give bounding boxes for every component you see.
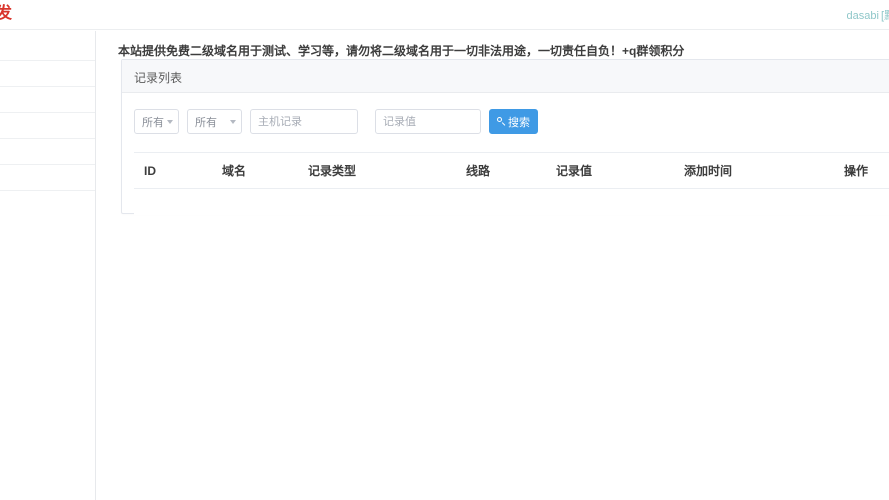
sidebar-item-6[interactable] — [0, 165, 95, 191]
sidebar-item-1[interactable] — [0, 31, 95, 61]
panel-header: 记录列表 — [122, 60, 889, 93]
record-type-select[interactable]: 所有 — [187, 109, 242, 134]
search-form: 所有 所有 搜索 — [134, 109, 889, 134]
column-header-domain[interactable]: 域名 — [212, 153, 298, 189]
domain-select[interactable]: 所有 — [134, 109, 179, 134]
sidebar — [0, 31, 96, 500]
empty-table-cell — [134, 189, 889, 215]
host-record-input[interactable] — [250, 109, 358, 134]
table-header-row: ID 域名 记录类型 线路 记录值 添加时间 操作 — [134, 153, 889, 189]
sidebar-item-label — [0, 31, 95, 43]
domain-select-value: 所有 — [142, 116, 164, 129]
sidebar-item-5[interactable] — [0, 139, 95, 165]
user-tag-label: [默 — [880, 10, 889, 22]
column-header-id[interactable]: ID — [134, 153, 212, 189]
records-table-body — [134, 188, 889, 215]
column-header-actions[interactable]: 操作 — [834, 153, 889, 189]
record-type-select-value: 所有 — [195, 116, 217, 129]
records-table-wrapper: ID 域名 记录类型 线路 记录值 添加时间 操作 — [134, 152, 889, 215]
sidebar-item-label — [0, 113, 95, 125]
user-name-label[interactable]: dasabi — [847, 10, 879, 22]
records-table: ID 域名 记录类型 线路 记录值 添加时间 操作 — [134, 153, 889, 215]
column-header-record-type[interactable]: 记录类型 — [298, 153, 456, 189]
sidebar-item-4[interactable] — [0, 113, 95, 139]
top-navbar: 发 dasabi[默 — [0, 0, 889, 30]
column-header-line[interactable]: 线路 — [456, 153, 546, 189]
chevron-down-icon — [230, 119, 236, 124]
sidebar-item-label — [0, 139, 95, 151]
sidebar-item-2[interactable] — [0, 61, 95, 87]
search-icon — [497, 117, 506, 126]
site-notice: 本站提供免费二级域名用于测试、学习等，请勿将二级域名用于一切非法用途，一切责任自… — [118, 44, 685, 58]
sidebar-item-3[interactable] — [0, 87, 95, 113]
column-header-added-time[interactable]: 添加时间 — [674, 153, 834, 189]
search-button-label: 搜索 — [508, 116, 530, 129]
records-table-head: ID 域名 记录类型 线路 记录值 添加时间 操作 — [134, 153, 889, 189]
page-title: 记录列表 — [134, 71, 183, 85]
sidebar-item-label — [0, 61, 95, 73]
main-content: 本站提供免费二级域名用于测试、学习等，请勿将二级域名用于一切非法用途，一切责任自… — [97, 31, 889, 500]
search-button[interactable]: 搜索 — [489, 109, 538, 134]
sidebar-item-label — [0, 165, 95, 177]
brand-logo[interactable]: 发 — [0, 4, 12, 24]
sidebar-item-label — [0, 87, 95, 99]
navbar-user-area[interactable]: dasabi[默 — [847, 7, 889, 23]
record-value-input[interactable] — [375, 109, 481, 134]
panel-body: 所有 所有 搜索 — [122, 93, 889, 215]
chevron-down-icon — [167, 119, 173, 124]
record-list-panel: 记录列表 所有 所有 搜索 — [121, 59, 889, 215]
empty-table-row — [134, 188, 889, 215]
column-header-record-value[interactable]: 记录值 — [546, 153, 674, 189]
